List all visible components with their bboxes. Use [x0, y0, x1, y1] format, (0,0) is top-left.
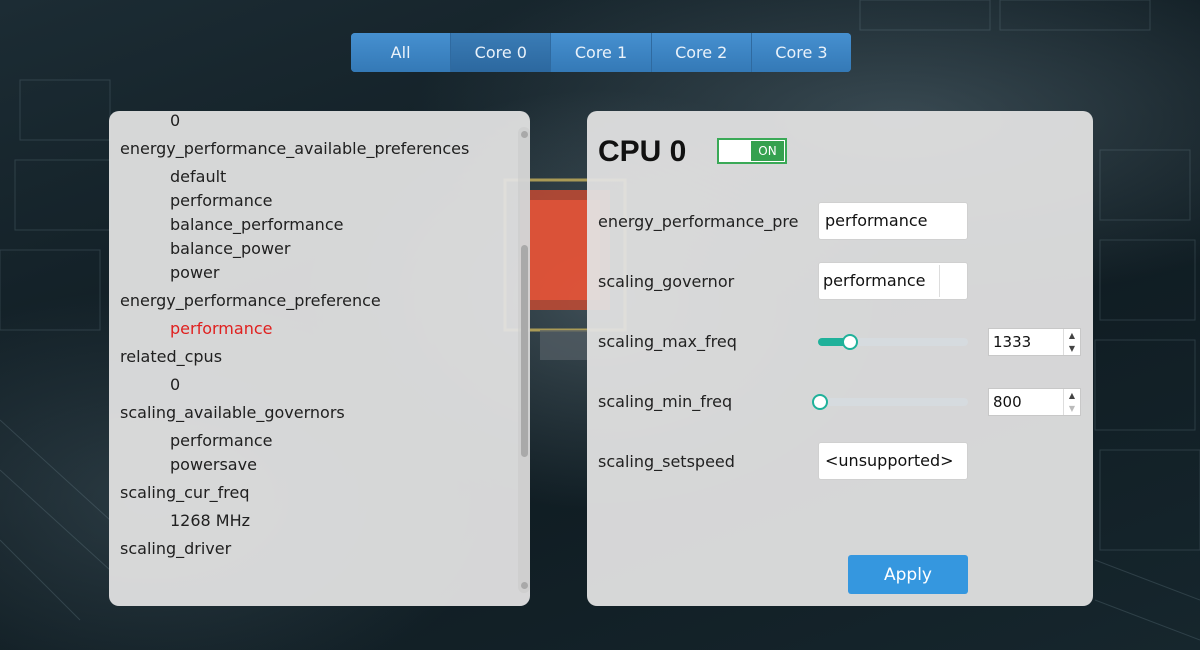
tab-core-1[interactable]: Core 1: [551, 33, 652, 72]
spin-down-icon[interactable]: ▼: [1064, 342, 1080, 355]
list-value: powersave: [170, 455, 257, 474]
list-key: scaling_available_governors: [120, 403, 345, 422]
governor-value: performance: [823, 271, 926, 290]
apply-button[interactable]: Apply: [848, 555, 968, 594]
list-key: scaling_driver: [120, 539, 232, 558]
combo-divider: [939, 265, 940, 297]
setspeed-input[interactable]: <unsupported>: [818, 442, 968, 480]
governor-label: scaling_governor: [598, 272, 735, 291]
max-freq-spin-arrows: ▲ ▼: [1063, 329, 1080, 355]
setspeed-label: scaling_setspeed: [598, 452, 735, 471]
min-freq-label: scaling_min_freq: [598, 392, 733, 411]
list-value: 0: [170, 375, 181, 394]
spin-down-icon[interactable]: ▼: [1064, 402, 1080, 415]
core-tab-bar: All Core 0 Core 1 Core 2 Core 3: [351, 33, 851, 72]
max-freq-spinbox[interactable]: 1333 ▲ ▼: [988, 328, 1081, 356]
list-key: energy_performance_preference: [120, 291, 381, 310]
epp-input[interactable]: performance: [818, 202, 968, 240]
scroll-down-indicator[interactable]: [521, 582, 528, 589]
tab-all[interactable]: All: [351, 33, 452, 72]
list-value: power: [170, 263, 220, 282]
spin-up-icon[interactable]: ▲: [1064, 389, 1080, 402]
max-freq-label: scaling_max_freq: [598, 332, 737, 351]
cpu-enable-toggle[interactable]: ON: [717, 138, 787, 164]
epp-label: energy_performance_preference: [598, 212, 798, 231]
min-freq-slider-handle[interactable]: [812, 394, 828, 410]
list-value: default: [170, 167, 227, 186]
list-key: energy_performance_available_preferences: [120, 139, 470, 158]
max-freq-value: 1333: [993, 333, 1032, 351]
list-value: 1268 MHz: [170, 511, 251, 530]
properties-list: 0 energy_performance_available_preferenc…: [109, 111, 516, 565]
list-value: balance_power: [170, 239, 291, 258]
cpu-settings-panel: CPU 0 ON energy_performance_preference p…: [587, 111, 1093, 606]
list-key: related_cpus: [120, 347, 223, 366]
cpu-title: CPU 0: [598, 135, 687, 168]
list-scrollbar[interactable]: [518, 127, 530, 593]
list-value: 0: [170, 111, 181, 130]
governor-combobox[interactable]: performance: [818, 262, 968, 300]
list-value: performance: [170, 191, 273, 210]
list-key: scaling_cur_freq: [120, 483, 250, 502]
spin-up-icon[interactable]: ▲: [1064, 329, 1080, 342]
list-value-highlighted: performance: [170, 319, 273, 338]
cpu-properties-panel[interactable]: 0 energy_performance_available_preferenc…: [109, 111, 530, 606]
tab-core-3[interactable]: Core 3: [751, 33, 851, 72]
tab-core-2[interactable]: Core 2: [651, 33, 752, 72]
toggle-on-label: ON: [751, 141, 784, 161]
max-freq-slider[interactable]: [818, 334, 968, 350]
scroll-up-indicator[interactable]: [521, 131, 528, 138]
max-freq-slider-handle[interactable]: [842, 334, 858, 350]
min-freq-spinbox[interactable]: 800 ▲ ▼: [988, 388, 1081, 416]
list-value: balance_performance: [170, 215, 344, 234]
min-freq-spin-arrows: ▲ ▼: [1063, 389, 1080, 415]
list-value: performance: [170, 431, 273, 450]
min-freq-slider[interactable]: [812, 394, 968, 410]
tab-core-0[interactable]: Core 0: [451, 33, 552, 72]
scrollbar-thumb[interactable]: [521, 245, 528, 457]
min-freq-value: 800: [993, 393, 1022, 411]
